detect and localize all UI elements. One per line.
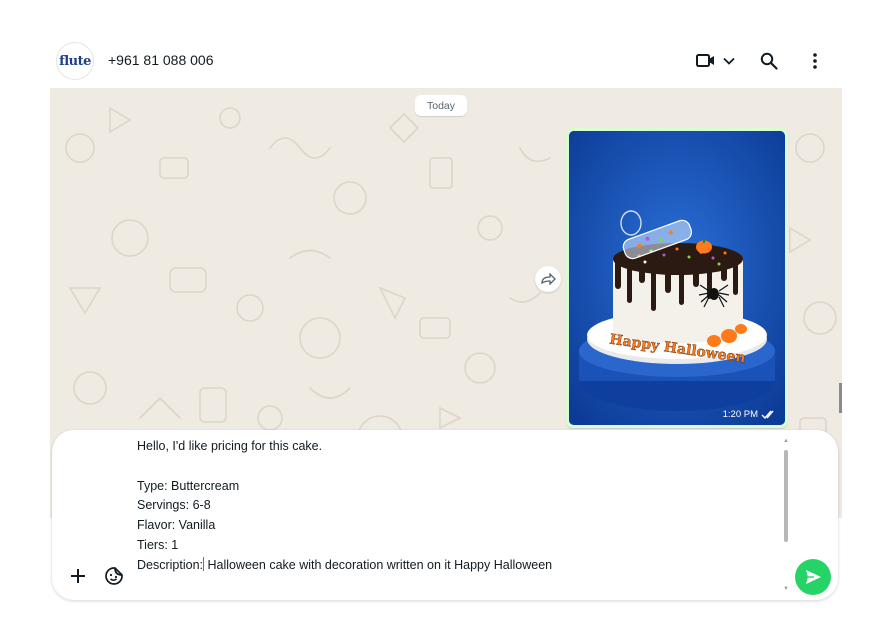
message-meta: 1:20 PM: [723, 409, 777, 420]
chat-header: flute +961 81 088 006: [50, 38, 842, 86]
sticker-icon: [105, 567, 123, 585]
date-chip: Today: [415, 95, 467, 116]
avatar[interactable]: flute: [56, 42, 94, 80]
composer-line-5: Flavor: Vanilla: [137, 518, 216, 533]
search-icon: [760, 52, 778, 70]
composer-line-7-before-caret: Description:: [137, 557, 203, 572]
scroll-up-arrow-icon[interactable]: ▲: [783, 438, 789, 444]
composer-scroll-thumb[interactable]: [784, 450, 788, 542]
composer-line-7: Description: Halloween cake with decorat…: [137, 556, 777, 576]
forward-icon: [541, 273, 556, 285]
send-icon: [806, 570, 821, 584]
video-call-button[interactable]: [692, 48, 740, 74]
avatar-logo-text: flute: [59, 53, 91, 69]
halloween-cake-illustration: Happy Halloween: [569, 131, 785, 425]
composer-line-3: Type: Buttercream: [137, 478, 240, 493]
attach-button[interactable]: [66, 564, 90, 588]
cake-image[interactable]: Happy Halloween 1:20 PM: [569, 131, 785, 425]
menu-button[interactable]: [802, 48, 828, 74]
video-camera-icon: [696, 54, 714, 67]
kebab-menu-icon: [813, 53, 817, 69]
composer-scrollbar[interactable]: ▲ ▼: [783, 438, 789, 592]
plus-icon: [71, 569, 85, 583]
whatsapp-chat-window: flute +961 81 088 006 Today Happy Hallow…: [0, 0, 892, 638]
composer-line-1: Hello, I'd like pricing for this cake.: [137, 439, 323, 453]
contact-name[interactable]: +961 81 088 006: [108, 52, 214, 68]
outgoing-message[interactable]: Happy Halloween 1:20 PM: [566, 128, 788, 428]
sticker-button[interactable]: [102, 564, 126, 588]
composer-line-6: Tiers: 1: [137, 537, 179, 552]
composer-line-7-after-caret: Halloween cake with decoration written o…: [204, 557, 553, 572]
message-time: 1:20 PM: [722, 409, 758, 420]
scroll-down-arrow-icon[interactable]: ▼: [783, 586, 789, 592]
send-button[interactable]: [795, 559, 831, 595]
search-button[interactable]: [756, 48, 782, 74]
forward-button[interactable]: [535, 266, 561, 292]
message-composer[interactable]: Hello, I'd like pricing for this cake. T…: [52, 430, 838, 600]
double-check-icon: [761, 410, 774, 419]
composer-line-4: Servings: 6-8: [137, 498, 211, 513]
composer-line-2: [137, 457, 777, 477]
chevron-down-icon: [723, 57, 735, 65]
message-input[interactable]: Hello, I'd like pricing for this cake. T…: [137, 437, 777, 576]
chat-scrollbar[interactable]: [839, 383, 842, 413]
